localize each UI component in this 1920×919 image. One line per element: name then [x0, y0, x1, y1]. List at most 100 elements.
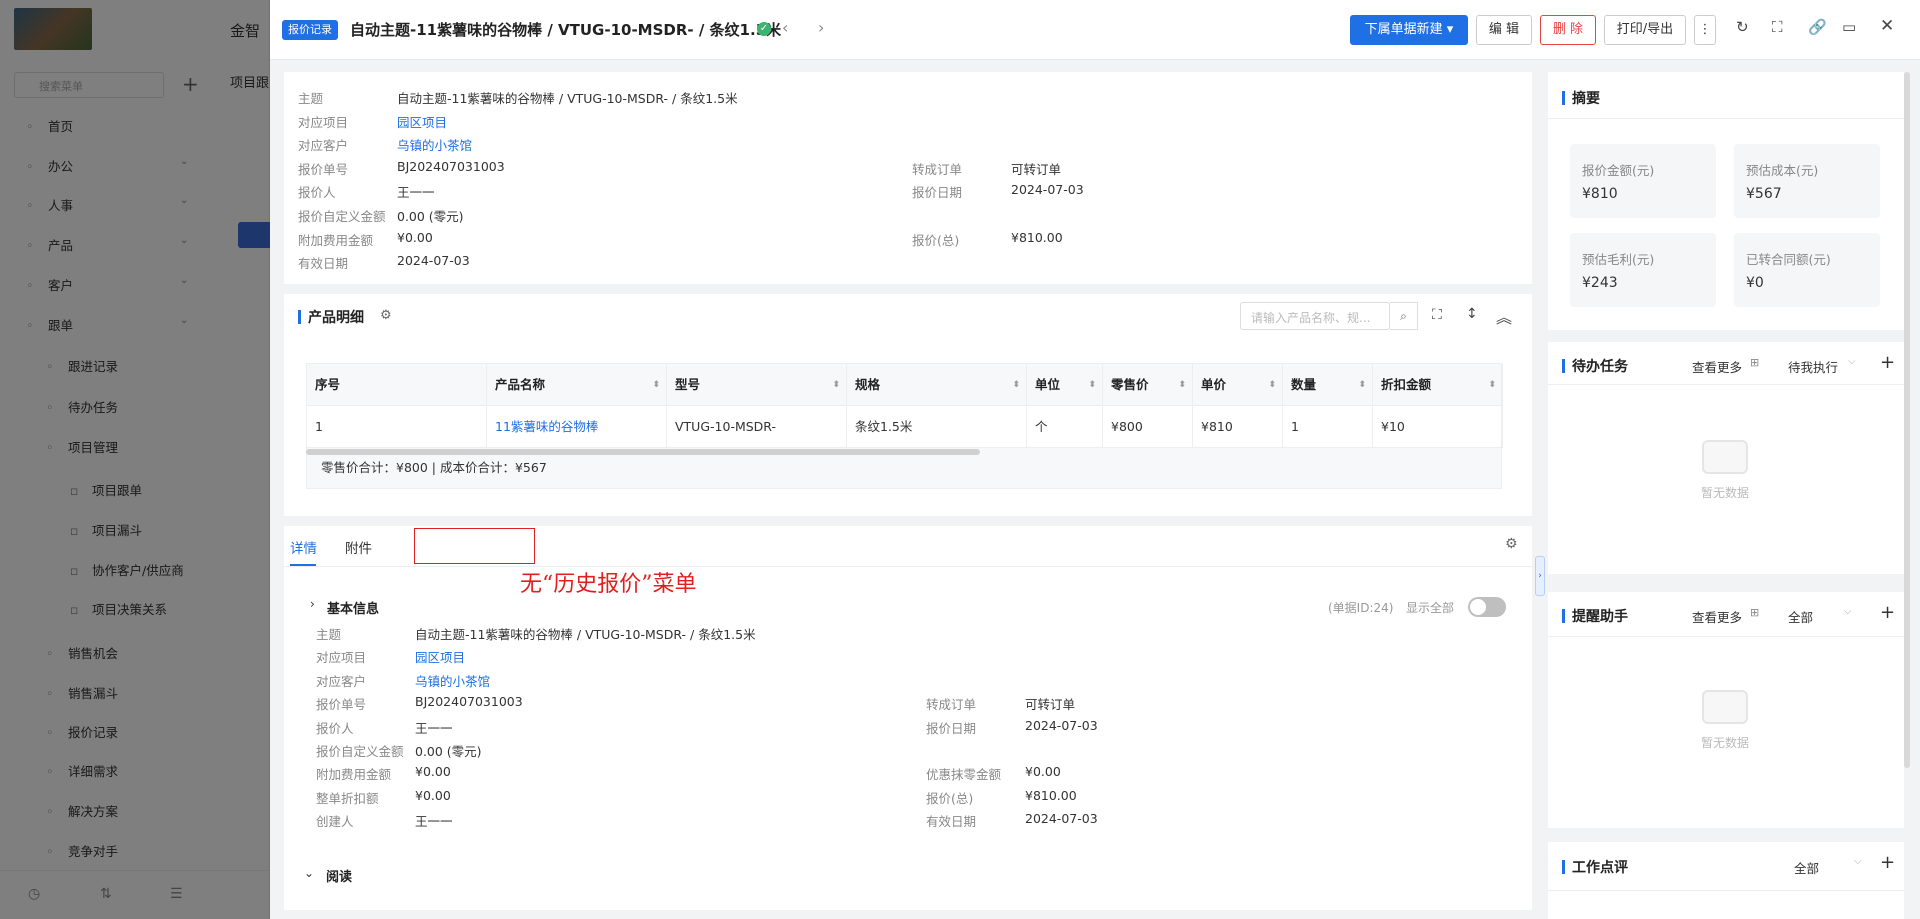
- settings-icon[interactable]: ⚙: [380, 308, 392, 323]
- field-value-custom: 0.00 (零元): [415, 744, 482, 759]
- show-all-toggle[interactable]: [1468, 597, 1506, 617]
- field-label: 创建人: [316, 814, 354, 830]
- edit-button[interactable]: 编 辑: [1476, 15, 1532, 45]
- next-record-icon[interactable]: ›: [818, 18, 824, 37]
- delete-button[interactable]: 删 除: [1540, 15, 1596, 45]
- table-cell: 个: [1027, 406, 1103, 448]
- sort-icon[interactable]: ⬍: [1012, 364, 1020, 406]
- chevron-right-icon[interactable]: ›: [310, 597, 315, 611]
- field-value-project[interactable]: 园区项目: [415, 647, 465, 666]
- sort-icon[interactable]: ⬍: [1178, 364, 1186, 406]
- collapse-icon[interactable]: ︽: [1496, 304, 1512, 328]
- vertical-scrollbar[interactable]: [1904, 72, 1910, 768]
- field-label: 报价单号: [298, 161, 349, 177]
- column-header[interactable]: 序号: [307, 364, 487, 406]
- field-value-order: 可转订单: [1025, 697, 1076, 713]
- field-value-valid: 2024-07-03: [1025, 811, 1098, 827]
- chevron-down-icon[interactable]: ⌵: [1844, 606, 1852, 617]
- add-icon[interactable]: +: [1880, 852, 1895, 873]
- field-value-customer[interactable]: 乌镇的小茶馆: [415, 671, 490, 690]
- column-header[interactable]: 数量 ⬍: [1283, 364, 1373, 406]
- empty-box-icon: [1702, 440, 1748, 474]
- field-label: 报价(总): [926, 790, 974, 806]
- chevron-down-icon[interactable]: ⌵: [1848, 356, 1856, 367]
- table-header: 序号 产品名称 ⬍ 型号 ⬍ 规格 ⬍ 单位 ⬍ 零售价 ⬍ 单价 ⬍ 数量 ⬍ 折扣金额 ⬍: [307, 364, 1503, 406]
- close-icon[interactable]: ✕: [1880, 16, 1894, 36]
- review-title: 工作点评: [1562, 857, 1628, 877]
- prev-record-icon[interactable]: ‹: [782, 18, 788, 37]
- field-value-extra: ¥0.00: [415, 764, 451, 780]
- expand-icon[interactable]: ⛶: [1432, 307, 1442, 323]
- print-export-button[interactable]: 打印/导出: [1604, 15, 1686, 45]
- field-value-order: 可转订单: [1011, 161, 1062, 177]
- link-icon[interactable]: 🔗: [1808, 18, 1827, 36]
- column-header-label: 规格: [855, 377, 881, 392]
- refresh-icon[interactable]: ↻: [1736, 18, 1749, 36]
- todo-more-link[interactable]: 查看更多: [1692, 357, 1742, 376]
- review-filter-select[interactable]: 全部: [1794, 858, 1819, 877]
- column-header[interactable]: 零售价 ⬍: [1103, 364, 1193, 406]
- product-table: 序号 产品名称 ⬍ 型号 ⬍ 规格 ⬍ 单位 ⬍ 零售价 ⬍ 单价 ⬍ 数量 ⬍ 折扣金额 ⬍ 1 11紫薯味的谷…: [306, 363, 1503, 489]
- sort-icon[interactable]: ⬍: [652, 364, 660, 406]
- tab-detail[interactable]: 详情: [290, 537, 317, 557]
- chevron-down-icon[interactable]: ⌄: [304, 866, 314, 880]
- field-value-discount: ¥0.00: [415, 787, 451, 803]
- sort-icon[interactable]: ⬍: [832, 364, 840, 406]
- field-value-total: ¥810.00: [1025, 787, 1077, 803]
- layout-icon[interactable]: ▭: [1842, 18, 1856, 36]
- field-label: 有效日期: [298, 256, 349, 272]
- column-header-label: 型号: [675, 377, 701, 392]
- todo-empty: 暂无数据: [1665, 440, 1785, 501]
- field-label: 主题: [298, 91, 324, 106]
- field-value-project[interactable]: 园区项目: [397, 112, 447, 131]
- field-value-customer[interactable]: 乌镇的小茶馆: [397, 135, 472, 154]
- table-cell[interactable]: 11紫薯味的谷物棒: [487, 406, 667, 448]
- summary-metric: 预估毛利(元) ¥243: [1570, 233, 1716, 307]
- product-search-input[interactable]: 请输入产品名称、规...: [1240, 302, 1390, 330]
- check-icon: ✓: [757, 22, 771, 36]
- detail-card: [284, 526, 1532, 910]
- metric-value: ¥810: [1582, 186, 1618, 202]
- field-value-round: ¥0.00: [1025, 764, 1061, 780]
- gear-icon[interactable]: ⚙: [1505, 536, 1518, 552]
- field-value-extra: ¥0.00: [397, 229, 433, 245]
- column-header[interactable]: 规格 ⬍: [847, 364, 1027, 406]
- fullscreen-icon[interactable]: ⛶: [1772, 18, 1783, 36]
- todo-filter-select[interactable]: 待我执行: [1788, 357, 1838, 376]
- column-header[interactable]: 产品名称 ⬍: [487, 364, 667, 406]
- annotation-text: 无“历史报价”菜单: [520, 572, 697, 597]
- metric-label: 报价金额(元): [1582, 163, 1655, 178]
- read-section-title[interactable]: 阅读: [326, 866, 352, 885]
- field-label: 整单折扣额: [316, 790, 379, 806]
- column-header[interactable]: 折扣金额 ⬍: [1373, 364, 1503, 406]
- field-value-date: 2024-07-03: [1011, 182, 1084, 198]
- new-subdocument-button[interactable]: 下属单据新建 ▾: [1350, 15, 1468, 45]
- field-label: 报价日期: [912, 185, 963, 201]
- sort-icon[interactable]: ⬍: [1088, 364, 1096, 406]
- column-header[interactable]: 型号 ⬍: [667, 364, 847, 406]
- table-cell: 条纹1.5米: [847, 406, 1027, 448]
- column-header[interactable]: 单价 ⬍: [1193, 364, 1283, 406]
- field-value-total: ¥810.00: [1011, 229, 1063, 245]
- search-icon[interactable]: ⌕: [1390, 302, 1418, 330]
- column-header[interactable]: 单位 ⬍: [1027, 364, 1103, 406]
- add-icon[interactable]: +: [1880, 602, 1895, 623]
- tab-attachment[interactable]: 附件: [345, 537, 372, 557]
- sort-icon[interactable]: ⬍: [1488, 364, 1496, 406]
- reminder-filter-select[interactable]: 全部: [1788, 607, 1813, 626]
- row-height-icon[interactable]: ↕: [1466, 306, 1478, 322]
- collapse-handle[interactable]: ›: [1535, 556, 1545, 596]
- field-label: 报价人: [316, 720, 354, 736]
- more-options-icon[interactable]: ⋮: [1694, 15, 1716, 45]
- product-detail-title: 产品明细: [298, 307, 364, 327]
- table-row[interactable]: 1 11紫薯味的谷物棒 VTUG-10-MSDR- 条纹1.5米个 ¥800 ¥810 1 ¥…: [307, 406, 1503, 448]
- reminder-more-link[interactable]: 查看更多: [1692, 607, 1742, 626]
- add-icon[interactable]: +: [1880, 352, 1895, 373]
- basic-info-title[interactable]: 基本信息: [327, 598, 379, 617]
- sort-icon[interactable]: ⬍: [1268, 364, 1276, 406]
- sort-icon[interactable]: ⬍: [1358, 364, 1366, 406]
- horizontal-scrollbar[interactable]: [306, 449, 980, 455]
- field-label: 对应客户: [298, 138, 349, 154]
- field-label: 主题: [316, 627, 342, 642]
- chevron-down-icon[interactable]: ⌵: [1854, 856, 1862, 867]
